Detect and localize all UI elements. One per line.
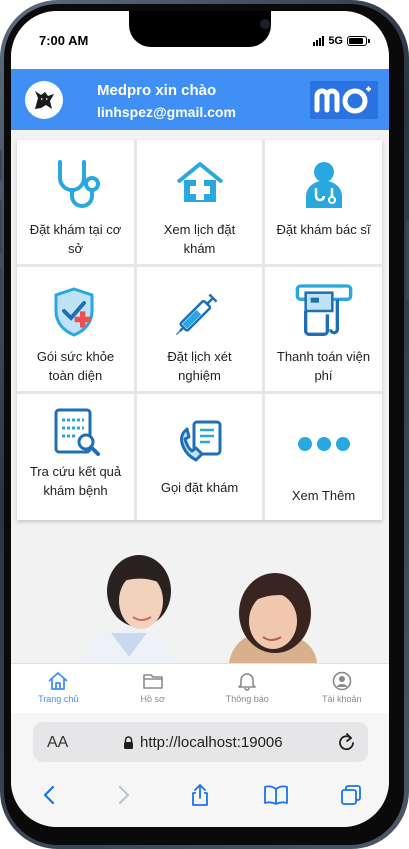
chevron-right-icon xyxy=(119,785,130,805)
account-icon xyxy=(332,671,352,691)
wolf-avatar-icon xyxy=(35,91,54,109)
service-tile-health-package[interactable]: Gói sức khỏe toàn diện xyxy=(17,267,134,391)
service-label: Thanh toán viện phí xyxy=(276,349,371,383)
bell-icon xyxy=(238,673,257,691)
service-tile-book-doctor[interactable]: Đặt khám bác sĩ xyxy=(265,140,382,264)
doctor-patient-photo xyxy=(81,555,317,663)
tab-account[interactable]: Tài khoản xyxy=(295,664,390,713)
safari-toolbar: AA http://localhost:19006 xyxy=(11,713,389,827)
more-dots-icon xyxy=(294,414,354,474)
service-label: Tra cứu kết quả khám bệnh xyxy=(29,464,122,498)
doctor-icon xyxy=(294,154,354,214)
screen: 7:00 AM 5G Medpro xin chào linhspez@gmai… xyxy=(11,11,389,827)
forward-button[interactable] xyxy=(104,779,144,811)
service-tile-view-schedule[interactable]: Xem lịch đặt khám xyxy=(137,140,262,264)
document-search-icon xyxy=(46,402,106,462)
user-email: linhspez@gmail.com xyxy=(97,104,236,120)
tab-label: Hồ sơ xyxy=(140,694,165,704)
stethoscope-icon xyxy=(46,154,106,214)
signal-icon xyxy=(313,36,325,46)
health-shield-icon xyxy=(46,281,106,341)
phone-frame: 7:00 AM 5G Medpro xin chào linhspez@gmai… xyxy=(0,0,409,849)
network-label: 5G xyxy=(328,35,343,47)
camera-icon xyxy=(260,19,270,29)
reload-icon[interactable] xyxy=(338,732,356,752)
service-label: Đặt lịch xét nghiệm xyxy=(167,349,232,383)
service-tile-lab-test[interactable]: Đặt lịch xét nghiệm xyxy=(137,267,262,391)
volume-up-button xyxy=(0,200,2,254)
tabs-button[interactable] xyxy=(331,779,371,811)
status-time: 7:00 AM xyxy=(39,33,89,48)
service-label: Đặt khám bác sĩ xyxy=(276,222,371,237)
book-icon xyxy=(263,785,288,805)
service-tile-pay-fees[interactable]: Thanh toán viện phí xyxy=(265,267,382,391)
tab-label: Trang chủ xyxy=(38,694,79,704)
lock-icon xyxy=(124,736,133,749)
share-icon xyxy=(192,784,208,806)
mute-switch xyxy=(0,150,2,180)
service-label: Gói sức khỏe toàn diện xyxy=(36,349,115,383)
syringe-icon xyxy=(170,281,230,341)
service-label: Xem Thêm xyxy=(291,488,356,503)
tab-label: Thông báo xyxy=(225,694,269,704)
phone-booking-icon xyxy=(170,412,230,472)
tab-home[interactable]: Trang chủ xyxy=(11,664,106,713)
bottom-tab-bar: Trang chủ Hồ sơ Thông báo Tài khoản xyxy=(11,663,389,713)
url-text: http://localhost:19006 xyxy=(140,734,283,751)
browser-nav-bar xyxy=(11,775,389,815)
services-grid: Đặt khám tại cơ sở Xem lịch đặt khám Đặt… xyxy=(17,140,382,520)
chevron-left-icon xyxy=(43,785,54,805)
promo-banner xyxy=(11,549,389,663)
tab-label: Tài khoản xyxy=(321,694,362,704)
payment-terminal-icon xyxy=(294,281,354,341)
volume-down-button xyxy=(0,268,2,322)
service-label: Đặt khám tại cơ sở xyxy=(29,222,122,256)
status-bar: 7:00 AM 5G xyxy=(11,11,389,69)
service-tile-book-clinic[interactable]: Đặt khám tại cơ sở xyxy=(17,140,134,264)
dynamic-notch xyxy=(129,11,271,47)
url-display: http://localhost:19006 xyxy=(123,734,283,751)
share-button[interactable] xyxy=(180,779,220,811)
calendar-hospital-icon xyxy=(170,154,230,214)
medpro-logo-icon xyxy=(314,86,371,114)
service-tile-call-booking[interactable]: Gọi đặt khám xyxy=(137,394,262,520)
medpro-logo xyxy=(310,81,378,119)
status-indicators: 5G xyxy=(313,35,370,47)
back-button[interactable] xyxy=(29,779,69,811)
address-bar[interactable]: AA http://localhost:19006 xyxy=(33,722,368,762)
home-icon xyxy=(48,672,68,690)
text-size-button[interactable]: AA xyxy=(47,734,68,752)
service-label: Gọi đặt khám xyxy=(160,480,239,495)
tab-records[interactable]: Hồ sơ xyxy=(106,664,201,713)
service-tile-see-more[interactable]: Xem Thêm xyxy=(265,394,382,520)
service-tile-lookup-results[interactable]: Tra cứu kết quả khám bệnh xyxy=(17,394,134,520)
tab-notifications[interactable]: Thông báo xyxy=(200,664,295,713)
service-label: Xem lịch đặt khám xyxy=(163,222,236,256)
battery-level xyxy=(349,38,364,44)
battery-icon xyxy=(347,36,370,46)
folder-icon xyxy=(142,674,163,689)
avatar[interactable] xyxy=(25,81,63,119)
app-header: Medpro xin chào linhspez@gmail.com xyxy=(11,69,389,130)
tabs-icon xyxy=(341,785,362,805)
bookmarks-button[interactable] xyxy=(256,779,296,811)
greeting-text: Medpro xin chào xyxy=(97,82,217,99)
